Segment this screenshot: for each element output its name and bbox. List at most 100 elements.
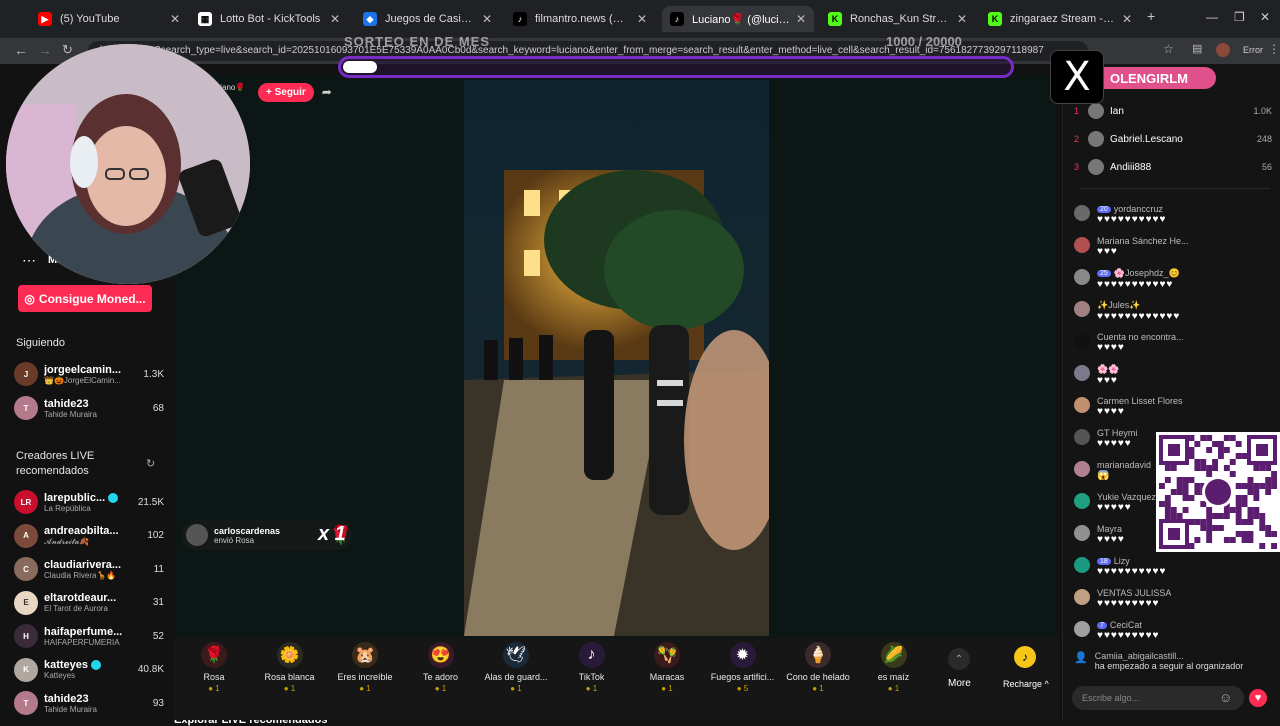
recommended-account[interactable]: Ttahide23 Tahide Muraira 93 — [14, 687, 164, 719]
recommended-account[interactable]: Hhaifaperfume... HAIFAPERFUMERIA 52 — [14, 620, 164, 652]
chat-text: ♥♥♥♥ — [1097, 406, 1125, 417]
chevron-up-icon[interactable]: ⌃ — [948, 648, 970, 670]
browser-tab[interactable]: ▦ Lotto Bot - KickTools ✕ — [190, 6, 348, 32]
close-tab-icon[interactable]: ✕ — [482, 12, 492, 26]
browser-tab[interactable]: K Ronchas_Kun Stream - Watch L ✕ — [820, 6, 975, 32]
following-account[interactable]: Jjorgeelcamin... 👑🎃JorgeElCamin... 1.3K — [14, 358, 164, 390]
chat-message[interactable]: ✨Jules✨ ♥♥♥♥♥♥♥♥♥♥♥♥ — [1074, 300, 1264, 322]
avatar — [1088, 103, 1104, 119]
following-account[interactable]: Ttahide23 Tahide Muraira 68 — [14, 392, 164, 424]
recharge-button[interactable]: Recharge ^ — [1003, 679, 1049, 689]
new-tab-button[interactable]: + — [1147, 8, 1155, 24]
gift-item[interactable]: ✹ Fuegos artifici... ● 5 — [707, 642, 779, 704]
more-gifts-button[interactable]: More — [948, 678, 971, 689]
gift-item[interactable]: 🌹 Rosa ● 1 — [178, 642, 250, 704]
forward-icon[interactable]: → — [38, 42, 52, 58]
chat-message[interactable]: Mariana Sánchez He... ♥♥♥ — [1074, 236, 1264, 257]
ranking-row[interactable]: 2 Gabriel.Lescano 248 — [1074, 129, 1272, 149]
extensions-icon[interactable]: ▤ — [1192, 42, 1202, 55]
gift-price: ● 1 — [510, 684, 522, 693]
browser-tab[interactable]: ♪ filmantro.news (@filmantro.ne ✕ — [505, 6, 655, 32]
chat-message[interactable]: VENTAS JULISSA ♥♥♥♥♥♥♥♥♥ — [1074, 588, 1264, 609]
person-add-icon: 👤 — [1074, 652, 1088, 664]
live-video[interactable] — [464, 80, 769, 636]
chat-message[interactable]: 🌸🌸 ♥♥♥ — [1074, 364, 1264, 386]
level-badge: 7 — [1097, 621, 1107, 629]
gift-icon: ♪ — [578, 642, 605, 668]
profile-avatar[interactable] — [1216, 43, 1230, 57]
chat-message[interactable]: Cuenta no encontra... ♥♥♥♥ — [1074, 332, 1264, 353]
gifter-avatar — [186, 524, 208, 546]
gift-item[interactable]: ♪ TikTok ● 1 — [556, 642, 628, 704]
recommended-account[interactable]: Cclaudiarivera... Claudia Rivera🦒🔥 11 — [14, 553, 164, 585]
close-tab-icon[interactable]: ✕ — [637, 12, 647, 26]
gift-item[interactable]: 🌼 Rosa blanca ● 1 — [254, 642, 326, 704]
rank-name: Ian — [1110, 105, 1124, 117]
avatar — [1074, 493, 1090, 509]
gift-price: ● 1 — [887, 684, 900, 693]
gift-item[interactable]: 🪇 Maracas ● 1 — [631, 642, 703, 704]
menu-icon[interactable]: ⋮ — [1268, 42, 1280, 56]
coin-icon: ● — [283, 684, 291, 693]
error-label[interactable]: Error — [1240, 44, 1266, 56]
chat-username: Cuenta no encontra... — [1097, 332, 1184, 342]
gift-price: ● 1 — [283, 684, 296, 693]
get-coins-button[interactable]: ◎ Consigue Moned... — [18, 285, 152, 312]
browser-tab-bar: ▶ (5) YouTube ✕ ▦ Lotto Bot - KickTools ✕ ◆ Jue… — [0, 0, 1280, 38]
avatar: LR — [14, 490, 38, 514]
gift-item[interactable]: 🐹 Eres increíble ● 1 — [329, 642, 401, 704]
coin-icon: ● — [887, 684, 895, 693]
chat-username: marianadavid — [1097, 460, 1152, 470]
browser-tab[interactable]: ▶ (5) YouTube ✕ — [30, 6, 188, 32]
browser-tab[interactable]: Kzingaraez Stream - Watch Live ✕ — [980, 6, 1140, 32]
refresh-icon[interactable]: ↻ — [146, 457, 155, 470]
coin-icon: ● — [585, 684, 593, 693]
browser-tab[interactable]: ◆ Juegos de Casino Online | Apu ✕ — [355, 6, 500, 32]
back-icon[interactable]: ← — [14, 42, 28, 58]
gift-item[interactable]: 🍦 Cono de helado ● 1 — [782, 642, 854, 704]
heart-icon[interactable]: ♥ — [1249, 689, 1267, 707]
minimize-icon[interactable]: — — [1206, 10, 1218, 24]
account-subtitle: 𝓐𝓷𝓭𝓻𝓮𝓲𝓽𝓪🍂 — [44, 536, 90, 546]
close-tab-icon[interactable]: ✕ — [1122, 12, 1132, 26]
gift-item[interactable]: 🌽 es maíz ● 1 — [858, 642, 930, 704]
recommended-account[interactable]: Aandreaobilta... 𝓐𝓷𝓭𝓻𝓮𝓲𝓽𝓪🍂 102 — [14, 520, 164, 552]
follow-button[interactable]: + Seguir — [258, 82, 314, 102]
avatar — [1074, 205, 1090, 221]
coin-icon: ● — [736, 684, 744, 693]
share-icon[interactable]: ➦ — [322, 85, 332, 99]
chat-message[interactable]: Carmen Lisset Flores ♥♥♥♥ — [1074, 396, 1264, 417]
browser-tab[interactable]: ♪ Luciano🌹 (@lucianorj) ✕ — [662, 6, 814, 32]
account-name: katteyes — [44, 659, 89, 671]
chat-username: Lizy — [1113, 556, 1130, 566]
close-tab-icon[interactable]: ✕ — [796, 12, 806, 26]
restore-icon[interactable]: ❐ — [1234, 10, 1245, 24]
emoji-icon[interactable]: ☺ — [1219, 690, 1232, 705]
chat-message[interactable]: 20 yordanccruz ♥♥♥♥♥♥♥♥♥♥ — [1074, 204, 1264, 225]
close-window-icon[interactable]: ✕ — [1260, 10, 1270, 24]
close-tab-icon[interactable]: ✕ — [330, 12, 340, 26]
recharge-coin-icon[interactable]: ♪ — [1014, 646, 1036, 668]
tab-title: Juegos de Casino Online | Apu — [385, 13, 476, 25]
avatar — [1074, 429, 1090, 445]
gift-multiplier: x 1 — [318, 523, 346, 545]
gift-item[interactable]: 😍 Te adoro ● 1 — [405, 642, 477, 704]
chat-message[interactable]: 18 Lizy ♥♥♥♥♥♥♥♥♥♥ — [1074, 556, 1264, 577]
recommended-account[interactable]: Eeltarotdeaur... El Tarot de Aurora 31 — [14, 587, 164, 619]
more-dots-icon[interactable]: ⋯ — [22, 252, 36, 269]
goal-progress-fill — [343, 61, 377, 73]
close-tab-icon[interactable]: ✕ — [170, 12, 180, 26]
chat-text: ♥♥♥ — [1097, 375, 1118, 386]
chat-message[interactable]: 25 🌸Josephdz_😊 ♥♥♥♥♥♥♥♥♥♥♥ — [1074, 268, 1264, 290]
reload-icon[interactable]: ↻ — [62, 42, 73, 58]
close-tab-icon[interactable]: ✕ — [957, 12, 967, 26]
chat-message[interactable]: 7 CeciCat ♥♥♥♥♥♥♥♥♥ — [1074, 620, 1264, 641]
star-icon[interactable]: ☆ — [1163, 42, 1174, 56]
ranking-row[interactable]: 1 Ian 1.0K — [1074, 101, 1272, 121]
recommended-account[interactable]: Kkatteyes Katteyes 40.8K — [14, 654, 164, 686]
recommended-account[interactable]: LR larepublic... La República 21.5K — [14, 486, 164, 518]
ranking-row[interactable]: 3 Andiii888 56 — [1074, 157, 1272, 177]
chat-username: 🌸🌸 — [1097, 364, 1120, 374]
viewer-count: 52 — [152, 630, 164, 642]
gift-item[interactable]: 🕊 Alas de guard... ● 1 — [480, 642, 552, 704]
